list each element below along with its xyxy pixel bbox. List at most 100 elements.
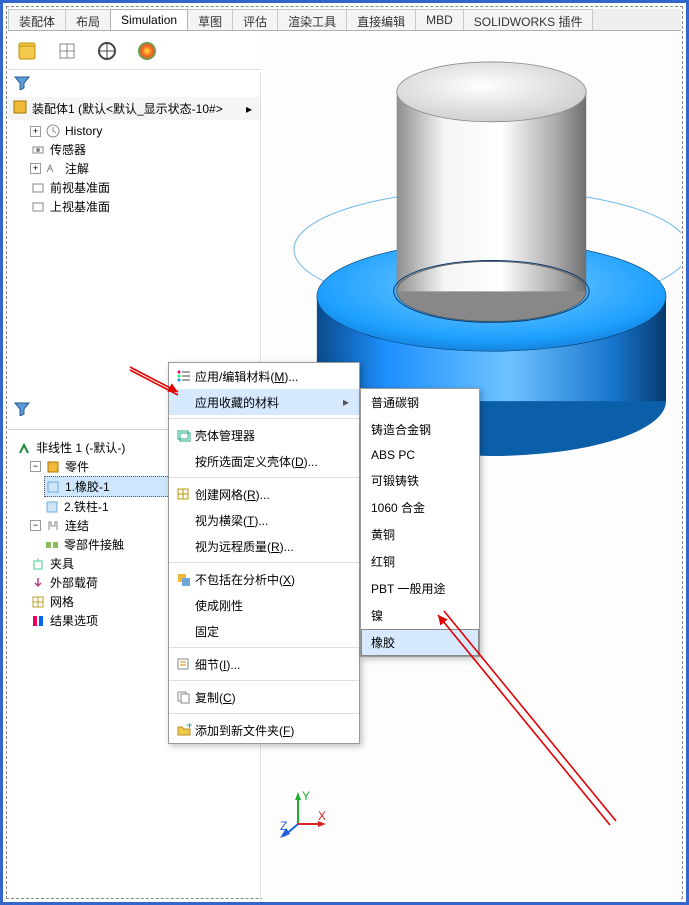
expand-toggle[interactable]: − <box>30 461 41 472</box>
material-option[interactable]: ABS PC <box>361 443 479 467</box>
expand-toggle[interactable]: + <box>30 126 41 137</box>
menu-treat-beam[interactable]: 视为横梁(T)... <box>169 507 359 533</box>
menu-separator <box>169 680 359 681</box>
loads-icon <box>30 575 46 591</box>
top-plane-label: 上视基准面 <box>50 198 110 215</box>
apply-material-icon[interactable] <box>54 38 80 64</box>
tree-collapse-caret[interactable]: ▸ <box>242 102 256 116</box>
appearance-icon[interactable] <box>134 38 160 64</box>
tab-direct-edit[interactable]: 直接编辑 <box>346 9 416 30</box>
copy-label: 复制(C) <box>195 691 236 705</box>
study-label: 非线性 1 (-默认-) <box>36 439 125 456</box>
part-rubber-label: 1.橡胶-1 <box>65 478 110 495</box>
menu-create-mesh[interactable]: 创建网格(R)... <box>169 481 359 507</box>
details-label: 细节(I)... <box>195 658 240 672</box>
material-option-rubber[interactable]: 橡胶 <box>361 629 479 656</box>
edit-material-label: 应用/编辑材料(M)... <box>195 370 298 384</box>
menu-separator <box>169 477 359 478</box>
tab-sketch[interactable]: 草图 <box>187 9 233 30</box>
make-rigid-label: 使成刚性 <box>195 597 353 614</box>
material-option[interactable]: PBT 一般用途 <box>361 575 479 602</box>
blank-icon <box>173 622 195 640</box>
material-list-icon <box>173 367 195 385</box>
menu-add-to-folder[interactable]: + 添加到新文件夹(F) <box>169 717 359 743</box>
connections-icon <box>45 518 61 534</box>
sensors-label: 传感器 <box>50 141 86 158</box>
blank-icon <box>173 452 195 470</box>
shell-manager-label: 壳体管理器 <box>195 427 353 444</box>
tab-addins[interactable]: SOLIDWORKS 插件 <box>463 9 594 30</box>
tree-item-history[interactable]: + History <box>30 122 258 140</box>
assembly-icon <box>12 99 28 118</box>
axis-z-label: Z <box>280 819 287 833</box>
blank-icon <box>173 596 195 614</box>
plane-icon <box>30 180 46 196</box>
tab-layout[interactable]: 布局 <box>65 9 111 30</box>
coordinate-triad: Y X Z <box>278 790 326 838</box>
funnel-icon[interactable] <box>14 405 30 419</box>
exclude-icon <box>173 570 195 588</box>
tree-item-annotations[interactable]: + 注解 <box>30 159 258 178</box>
part-steel-label: 2.铁柱-1 <box>64 498 109 515</box>
menu-details[interactable]: 细节(I)... <box>169 651 359 677</box>
exclude-label: 不包括在分析中(X) <box>195 573 295 587</box>
blank-icon <box>173 537 195 555</box>
treat-beam-label: 视为横梁(T)... <box>195 514 268 528</box>
filter-row <box>8 72 260 97</box>
mesh-icon <box>30 594 46 610</box>
axis-x-label: X <box>318 809 326 823</box>
menu-separator <box>169 562 359 563</box>
expand-toggle[interactable]: − <box>30 520 41 531</box>
tree-item-front-plane[interactable]: 前视基准面 <box>30 178 258 197</box>
material-option[interactable]: 可锻铸铁 <box>361 467 479 494</box>
svg-text:+: + <box>186 723 192 732</box>
tab-simulation[interactable]: Simulation <box>110 9 188 30</box>
contact-icon <box>44 537 60 553</box>
menu-edit-material[interactable]: 应用/编辑材料(M)... <box>169 363 359 389</box>
front-plane-label: 前视基准面 <box>50 179 110 196</box>
material-option[interactable]: 1060 合金 <box>361 494 479 521</box>
history-label: History <box>65 124 102 138</box>
component-contact-label: 零部件接触 <box>64 536 124 553</box>
history-icon <box>45 123 61 139</box>
connections-label: 连结 <box>65 517 89 534</box>
fixture-icon[interactable] <box>94 38 120 64</box>
tab-render[interactable]: 渲染工具 <box>277 9 347 30</box>
menu-make-rigid[interactable]: 使成刚性 <box>169 592 359 618</box>
submenu-arrow-icon: ▸ <box>343 395 353 409</box>
material-option[interactable]: 铸造合金钢 <box>361 416 479 443</box>
tab-assembly[interactable]: 装配体 <box>8 9 66 30</box>
mesh-icon <box>173 485 195 503</box>
material-option[interactable]: 黄铜 <box>361 521 479 548</box>
treat-remote-label: 视为远程质量(R)... <box>195 540 294 554</box>
add-to-folder-label: 添加到新文件夹(F) <box>195 724 294 738</box>
menu-exclude[interactable]: 不包括在分析中(X) <box>169 566 359 592</box>
new-study-icon[interactable] <box>14 38 40 64</box>
material-option[interactable]: 普通碳钢 <box>361 389 479 416</box>
tree-item-sensors[interactable]: 传感器 <box>30 140 258 159</box>
menu-shell-manager[interactable]: 壳体管理器 <box>169 422 359 448</box>
funnel-icon[interactable] <box>14 79 30 93</box>
tree-header: 装配体1 (默认<默认_显示状态-10#> ▸ <box>8 97 260 120</box>
menu-separator <box>169 647 359 648</box>
tree-item-top-plane[interactable]: 上视基准面 <box>30 197 258 216</box>
feature-tree: + History 传感器 + 注解 前视基准面 上视基准面 <box>8 120 260 218</box>
annotation-icon <box>45 161 61 177</box>
create-mesh-label: 创建网格(R)... <box>195 488 270 502</box>
axis-y-label: Y <box>302 790 310 803</box>
plane-icon <box>30 199 46 215</box>
context-menu: 应用/编辑材料(M)... 应用收藏的材料 ▸ 壳体管理器 按所选面定义壳体(D… <box>168 362 360 744</box>
menu-fix[interactable]: 固定 <box>169 618 359 644</box>
menu-copy[interactable]: 复制(C) <box>169 684 359 710</box>
tab-mbd[interactable]: MBD <box>415 9 464 30</box>
material-option[interactable]: 镍 <box>361 602 479 629</box>
material-option[interactable]: 红铜 <box>361 548 479 575</box>
tab-evaluate[interactable]: 评估 <box>232 9 278 30</box>
details-icon <box>173 655 195 673</box>
assembly-name-label: 装配体1 (默认<默认_显示状态-10#> <box>32 100 223 117</box>
expand-toggle[interactable]: + <box>30 163 41 174</box>
menu-treat-remote[interactable]: 视为远程质量(R)... <box>169 533 359 559</box>
annotations-label: 注解 <box>65 160 89 177</box>
menu-apply-favorite-material[interactable]: 应用收藏的材料 ▸ <box>169 389 359 415</box>
menu-define-shell[interactable]: 按所选面定义壳体(D)... <box>169 448 359 474</box>
